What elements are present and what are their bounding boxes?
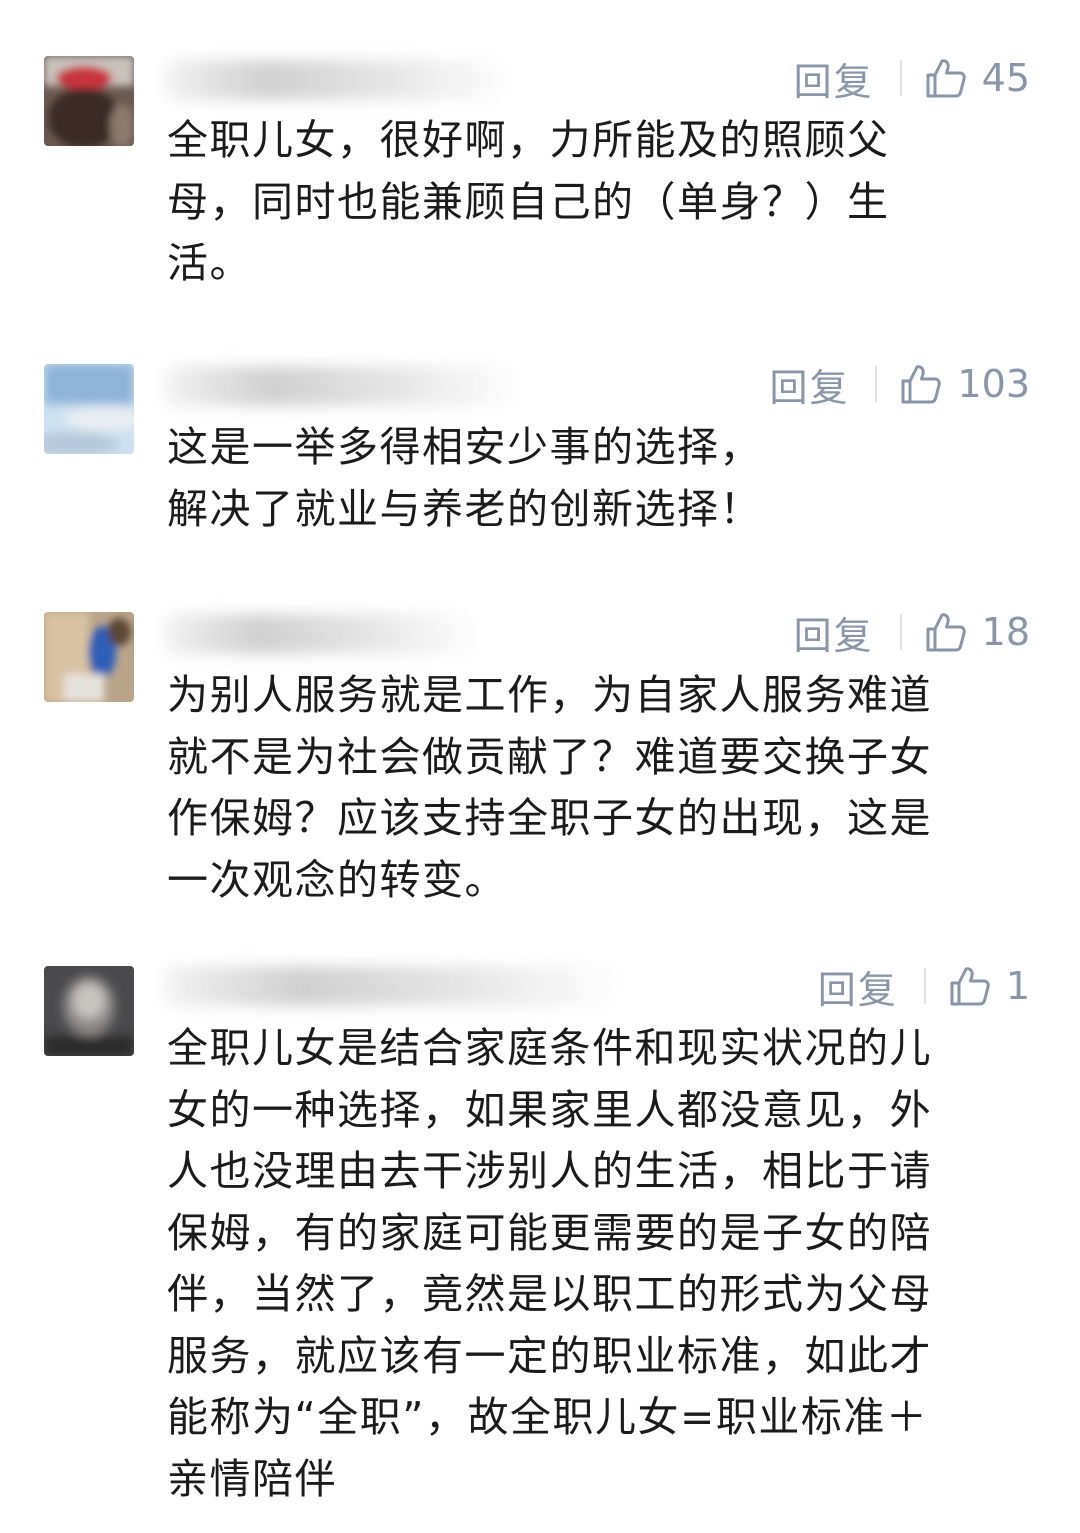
comment-text: 这是一举多得相安少事的选择， 解决了就业与养老的创新选择！ — [167, 423, 762, 533]
reply-button[interactable]: 回复 — [769, 357, 849, 412]
avatar[interactable] — [44, 612, 134, 702]
like-button[interactable]: 18 — [924, 610, 1030, 654]
thumbs-up-icon — [926, 59, 966, 98]
divider — [923, 968, 926, 1004]
like-button[interactable]: 45 — [924, 56, 1030, 100]
username-blurred[interactable] — [165, 366, 515, 406]
comment-text: 为别人服务就是工作，为自家人服务难道 就不是为社会做贡献了？难道要交换子女 作保… — [167, 671, 932, 904]
comment-actions: 回复 1 — [818, 958, 1030, 1014]
username-blurred[interactable] — [165, 60, 505, 100]
like-count: 45 — [981, 56, 1030, 100]
like-count: 1 — [1005, 964, 1030, 1008]
like-count: 18 — [981, 610, 1030, 654]
divider — [899, 614, 902, 650]
comment-text: 全职儿女是结合家庭条件和现实状况的儿 女的一种选择，如果家里人都没意见，外 人也… — [167, 1024, 932, 1503]
comment-actions: 回复 45 — [794, 50, 1030, 106]
reply-button[interactable]: 回复 — [818, 959, 898, 1014]
like-count: 103 — [957, 362, 1030, 406]
thumbs-up-icon — [926, 613, 966, 652]
comment-text: 全职儿女，很好啊，力所能及的照顾父 母，同时也能兼顾自己的（单身？）生 活。 — [167, 116, 890, 287]
avatar[interactable] — [44, 364, 134, 454]
like-button[interactable]: 1 — [948, 964, 1030, 1008]
avatar-image — [44, 966, 134, 1056]
divider — [875, 366, 878, 402]
avatar-image — [44, 56, 134, 146]
thumbs-up-icon — [901, 365, 942, 404]
divider — [899, 60, 902, 96]
avatar[interactable] — [44, 966, 134, 1056]
reply-button[interactable]: 回复 — [794, 605, 874, 660]
avatar[interactable] — [44, 56, 134, 146]
reply-button[interactable]: 回复 — [794, 51, 874, 106]
username-blurred[interactable] — [165, 966, 615, 1006]
thumbs-up-icon — [950, 967, 990, 1006]
like-button[interactable]: 103 — [899, 362, 1030, 406]
comment-actions: 回复 103 — [769, 356, 1030, 412]
avatar-image — [44, 364, 134, 454]
avatar-image — [44, 612, 134, 702]
username-blurred[interactable] — [165, 614, 475, 654]
comment-actions: 回复 18 — [794, 604, 1030, 660]
